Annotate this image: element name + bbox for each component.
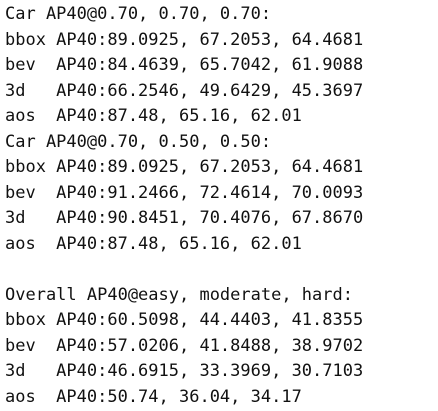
metric-line-bbox: bbox AP40:89.0925, 67.2053, 64.4681: [5, 29, 364, 50]
metric-line-bbox: bbox AP40:60.5098, 44.4403, 41.8355: [5, 310, 364, 330]
metric-line-aos: aos AP40:87.48, 65.16, 62.01: [5, 233, 302, 254]
metric-line-3d: 3d AP40:66.2546, 49.6429, 45.3697: [5, 80, 364, 101]
metric-line-3d: 3d AP40:90.8451, 70.4076, 67.8670: [5, 208, 364, 228]
metric-line-bev: bev AP40:91.2466, 72.4614, 70.0093: [5, 182, 364, 203]
metric-line-aos: aos AP40:50.74, 36.04, 34.17: [5, 386, 302, 407]
metric-line-aos: aos AP40:87.48, 65.16, 62.01: [5, 106, 302, 126]
metric-line-3d: 3d AP40:46.6915, 33.3969, 30.7103: [5, 361, 364, 381]
section-header-car-070: Car AP40@0.70, 0.70, 0.70:: [5, 4, 272, 24]
metric-line-bev: bev AP40:57.0206, 41.8488, 38.9702: [5, 335, 364, 356]
terminal-output: Car AP40@0.70, 0.70, 0.70: bbox AP40:89.…: [0, 0, 438, 411]
section-header-overall: Overall AP40@easy, moderate, hard:: [5, 284, 353, 305]
metric-line-bev: bev AP40:84.4639, 65.7042, 61.9088: [5, 55, 364, 75]
metric-line-bbox: bbox AP40:89.0925, 67.2053, 64.4681: [5, 157, 364, 177]
section-header-car-050: Car AP40@0.70, 0.50, 0.50:: [5, 131, 272, 152]
